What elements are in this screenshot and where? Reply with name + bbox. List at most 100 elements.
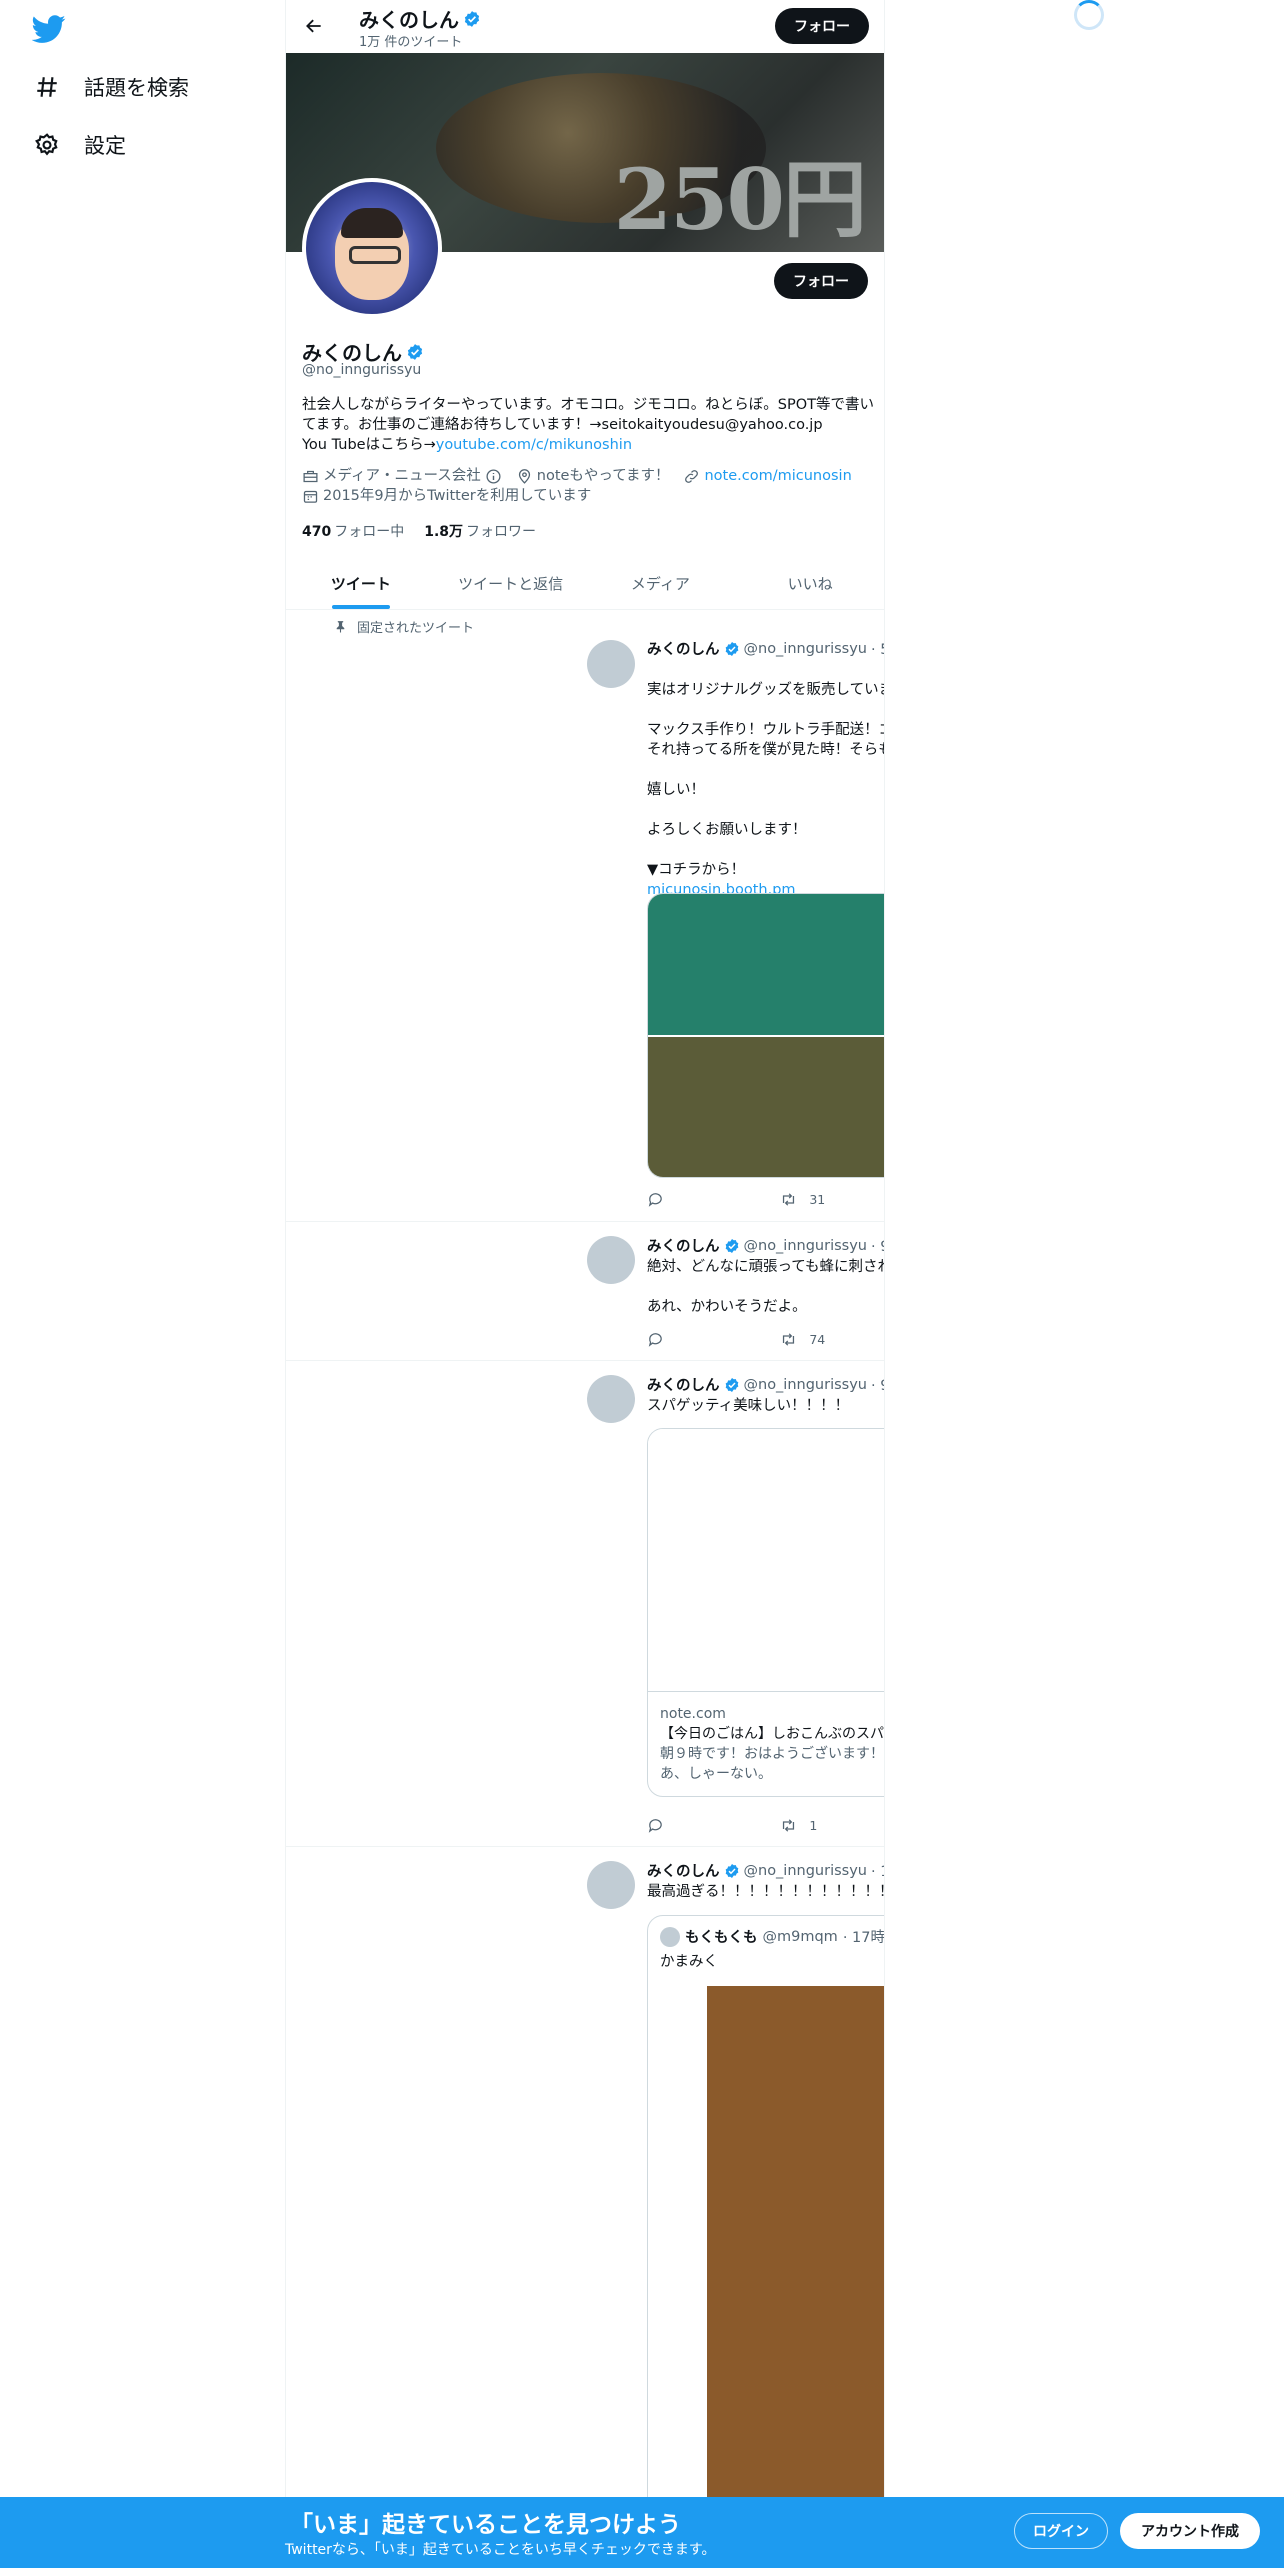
quote-author-name: もくもくも bbox=[685, 1930, 758, 1946]
pinned-label: 固定されたツイート bbox=[334, 617, 474, 636]
tweet-text-body: 実はオリジナルグッズを販売しています！ マックス手作り！ウルトラ手配送！ゴールデ… bbox=[647, 682, 885, 878]
profile-category-text: メディア・ニュース会社 bbox=[323, 468, 481, 484]
profile-location-text: noteもやってます！ bbox=[536, 468, 670, 484]
verified-badge-icon bbox=[725, 1863, 738, 1878]
tab-tweets[interactable]: ツイート bbox=[286, 557, 436, 609]
link-card-image bbox=[648, 1429, 884, 1692]
tweet-media-image-3[interactable] bbox=[648, 1036, 884, 1177]
tweet-time[interactable]: · 5月17日 bbox=[871, 638, 884, 659]
quote-avatar bbox=[660, 1926, 680, 1947]
header-name: みくのしん bbox=[359, 4, 481, 33]
profile-column: みくのしん 1万 件のツイート フォロー 250円 フォロー みくのしん @no… bbox=[285, 0, 885, 2568]
briefcase-icon bbox=[303, 470, 318, 482]
tweet-header: みくのしん @no_inngurissyu · 9時間 bbox=[647, 1235, 884, 1256]
followers-count: 1.8万 bbox=[424, 524, 464, 540]
gear-icon bbox=[35, 133, 58, 156]
twitter-logo-icon[interactable] bbox=[32, 12, 66, 46]
reply-button[interactable] bbox=[647, 1191, 747, 1208]
tweet-author-handle[interactable]: @no_inngurissyu bbox=[744, 1377, 867, 1393]
profile-avatar[interactable] bbox=[302, 178, 442, 318]
pin-icon bbox=[336, 621, 345, 633]
verified-badge-icon bbox=[725, 1238, 738, 1253]
profile-bio: 社会人しながらライターやっています。オモコロ。ジモコロ。ねとらぼ。SPOT等で書… bbox=[302, 395, 877, 455]
retweet-count: 74 bbox=[809, 1332, 826, 1347]
profile-follow-button[interactable]: フォロー bbox=[774, 263, 868, 299]
calendar-icon bbox=[303, 490, 318, 503]
quote-text: かまみく bbox=[660, 1954, 718, 1970]
tweet-author-handle[interactable]: @no_inngurissyu bbox=[744, 1863, 867, 1879]
link-card-description: 朝９時です！おはようございます！ ーーー 写真ひっくり返っちゃった！ まあ、しゃ… bbox=[660, 1746, 884, 1782]
profile-website[interactable]: note.com/micunosin bbox=[683, 466, 852, 486]
verified-badge-icon bbox=[725, 641, 738, 656]
pinned-label-text: 固定されたツイート bbox=[357, 621, 475, 636]
retweet-count: 1 bbox=[809, 1818, 818, 1833]
tweet-actions: 1 40 bbox=[647, 1817, 884, 1834]
tweet-author-name[interactable]: みくのしん bbox=[647, 1374, 720, 1395]
tweet-text: 最高過ぎる！！！！！！！！！！！！！！！！！！！！！ bbox=[647, 1884, 884, 1900]
quote-header: もくもくも @m9mqm · 17時間 bbox=[660, 1926, 884, 1947]
loading-spinner-icon bbox=[1074, 0, 1104, 30]
avatar-face bbox=[335, 208, 409, 300]
signup-button[interactable]: アカウント作成 bbox=[1120, 2513, 1260, 2549]
tweet-media-grid bbox=[647, 893, 884, 1178]
retweet-button[interactable]: 1 bbox=[780, 1817, 880, 1834]
retweet-icon bbox=[783, 1819, 795, 1832]
location-pin-icon bbox=[518, 468, 530, 484]
signup-banner: 「いま」起きていることを見つけよう Twitterなら、「いま」起きていることを… bbox=[0, 2497, 1284, 2568]
followers-stat[interactable]: 1.8万 フォロワー bbox=[424, 521, 536, 541]
tab-tweets-and-replies[interactable]: ツイートと返信 bbox=[436, 557, 586, 609]
tweet-media-image-1[interactable] bbox=[648, 894, 884, 1035]
tweet-header: みくのしん @no_inngurissyu · 16時間 bbox=[647, 1860, 884, 1881]
link-card[interactable]: note.com 【今日のごはん】しおこんぶのスパゲッティ｜みくのしん｜note… bbox=[647, 1428, 884, 1797]
nav-explore[interactable]: 話題を検索 bbox=[34, 72, 189, 102]
verified-badge-icon bbox=[725, 1377, 738, 1392]
tweet-avatar[interactable] bbox=[587, 1236, 635, 1284]
tweet-actions: 31 228 bbox=[647, 1191, 884, 1208]
nav-settings-label: 設定 bbox=[84, 134, 126, 158]
profile-stats: 470 フォロー中 1.8万 フォロワー bbox=[302, 521, 536, 541]
tweet-time[interactable]: · 9時間 bbox=[871, 1235, 884, 1256]
link-icon bbox=[685, 469, 699, 483]
tweet-text: 絶対、どんなに頑張っても蜂に刺される柴犬のゲームの広告。 あれ、かわいそうだよ。 bbox=[647, 1259, 884, 1315]
link-card-info: note.com 【今日のごはん】しおこんぶのスパゲッティ｜みくのしん｜note… bbox=[648, 1692, 884, 1796]
profile-category: メディア・ニュース会社 bbox=[302, 466, 502, 486]
profile-website-link[interactable]: note.com/micunosin bbox=[704, 466, 851, 486]
quote-media-image[interactable] bbox=[707, 1986, 884, 2514]
banner-price-text: 250円 bbox=[613, 150, 867, 249]
quote-tweet[interactable]: もくもくも @m9mqm · 17時間 かまみく bbox=[647, 1915, 884, 2515]
tweet-avatar[interactable] bbox=[587, 1861, 635, 1909]
following-stat[interactable]: 470 フォロー中 bbox=[302, 521, 404, 541]
tweet-avatar[interactable] bbox=[587, 1375, 635, 1423]
nav-settings[interactable]: 設定 bbox=[34, 130, 126, 160]
reply-button[interactable] bbox=[647, 1817, 747, 1834]
back-button[interactable] bbox=[300, 12, 328, 40]
tweet-author-name[interactable]: みくのしん bbox=[647, 638, 720, 659]
tweet-header: みくのしん @no_inngurissyu · 5月17日 bbox=[647, 638, 884, 659]
tweet-author-handle[interactable]: @no_inngurissyu bbox=[744, 641, 867, 657]
profile-meta: メディア・ニュース会社 noteもやってます！ note.com/micunos… bbox=[302, 466, 872, 506]
bio-youtube-link[interactable]: youtube.com/c/mikunoshin bbox=[436, 437, 632, 453]
tweet-text: 実はオリジナルグッズを販売しています！ マックス手作り！ウルトラ手配送！ゴールデ… bbox=[647, 660, 885, 920]
info-icon[interactable] bbox=[485, 468, 502, 485]
bio-text: 社会人しながらライターやっています。オモコロ。ジモコロ。ねとらぼ。SPOT等で書… bbox=[302, 397, 874, 433]
following-label: フォロー中 bbox=[334, 524, 405, 540]
tweet-time[interactable]: · 9時間 bbox=[871, 1374, 884, 1395]
tweet-author-name[interactable]: みくのしん bbox=[647, 1860, 720, 1881]
tab-likes[interactable]: いいね bbox=[735, 557, 884, 609]
verified-badge-icon bbox=[464, 10, 480, 27]
following-count: 470 bbox=[302, 524, 332, 540]
profile-joined: 2015年9月からTwitterを利用しています bbox=[302, 486, 591, 506]
retweet-button[interactable]: 74 bbox=[780, 1331, 880, 1348]
tweet-author-name[interactable]: みくのしん bbox=[647, 1235, 720, 1256]
tweet-time[interactable]: · 16時間 bbox=[871, 1860, 884, 1881]
profile-location: noteもやってます！ bbox=[516, 466, 670, 486]
reply-button[interactable] bbox=[647, 1331, 747, 1348]
retweet-button[interactable]: 31 bbox=[780, 1191, 880, 1208]
login-button[interactable]: ログイン bbox=[1014, 2513, 1108, 2549]
tweet-avatar[interactable] bbox=[587, 640, 635, 688]
profile-handle: @no_inngurissyu bbox=[302, 362, 422, 378]
tab-media[interactable]: メディア bbox=[586, 557, 736, 609]
tweet-author-handle[interactable]: @no_inngurissyu bbox=[744, 1238, 867, 1254]
header-follow-button[interactable]: フォロー bbox=[775, 8, 869, 44]
followers-label: フォロワー bbox=[466, 524, 537, 540]
